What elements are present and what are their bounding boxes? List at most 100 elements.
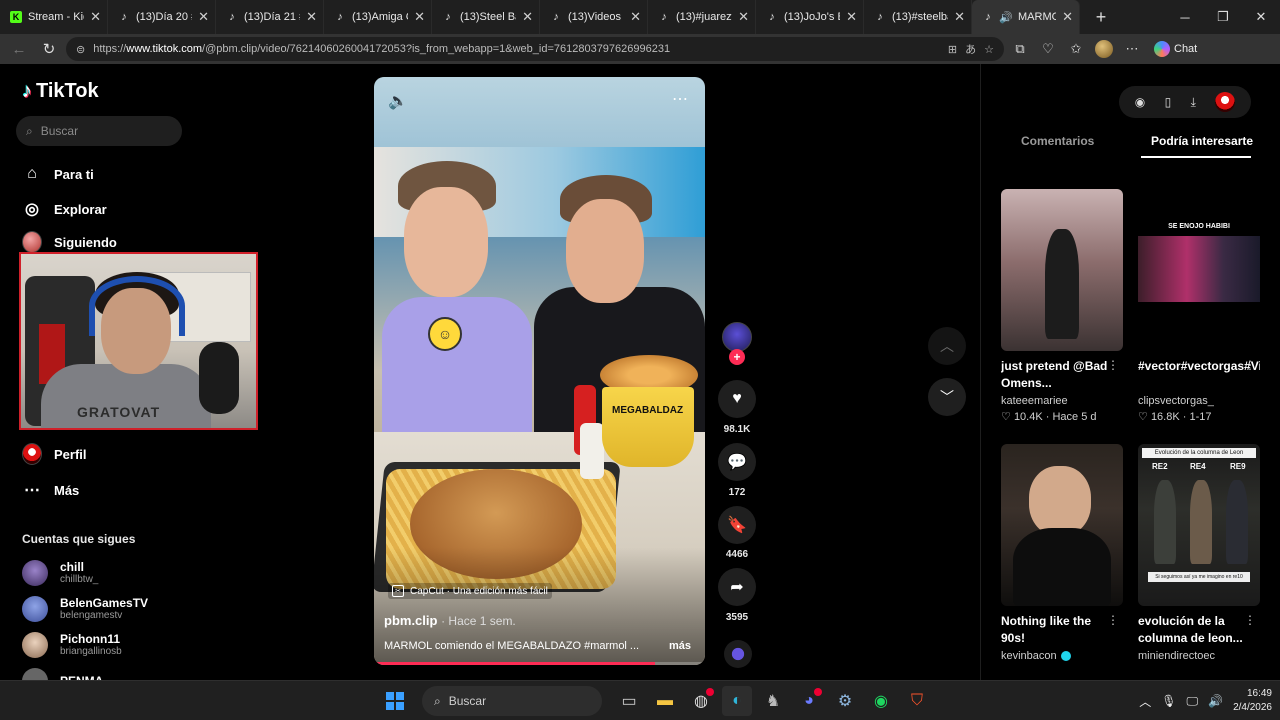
browser-essentials-icon[interactable]: ♡	[1036, 37, 1060, 61]
tab-close-icon[interactable]: ✕	[738, 9, 749, 25]
copilot-chat-button[interactable]: Chat	[1148, 41, 1203, 57]
browser-tab[interactable]: ♪ (13)Día 21 #jo ✕	[216, 0, 324, 34]
comment-button[interactable]: 💬	[718, 443, 756, 481]
tab-close-icon[interactable]: ✕	[630, 9, 641, 25]
close-window-icon[interactable]: ✕	[1242, 0, 1280, 34]
live-icon[interactable]: ◉	[1135, 95, 1145, 109]
video-progress-bar[interactable]	[374, 662, 705, 665]
clock[interactable]: 16:49 2/4/2026	[1233, 687, 1272, 715]
tab-podria-interesarte[interactable]: Podría interesarte	[1151, 134, 1253, 148]
nav-item-explorar[interactable]: ◎ Explorar	[22, 199, 107, 219]
browser-tab[interactable]: ♪ (13)Día 20 #yo ✕	[108, 0, 216, 34]
tab-close-icon[interactable]: ✕	[846, 9, 857, 25]
more-vertical-icon[interactable]: ⋮	[1107, 613, 1119, 627]
tab-close-icon[interactable]: ✕	[954, 9, 965, 25]
tab-close-icon[interactable]: ✕	[522, 9, 533, 25]
browser-tab[interactable]: ♪ (13)Steel Ball R ✕	[432, 0, 540, 34]
video-thumbnail[interactable]	[1001, 444, 1123, 606]
favorite-star-icon[interactable]: ☆	[984, 43, 994, 56]
next-video-button[interactable]: ﹀	[928, 378, 966, 416]
nav-item-perfil[interactable]: Perfil	[22, 443, 87, 465]
video-thumbnail[interactable]: Evolución de la columna de Leon RE2 RE4 …	[1138, 444, 1260, 606]
share-button[interactable]: ➦	[718, 568, 756, 606]
followed-account[interactable]: chill chillbtw_	[22, 560, 98, 586]
video-author[interactable]: pbm.clip · Hace 1 sem.	[384, 613, 516, 628]
creator-avatar[interactable]	[722, 322, 752, 352]
search-input[interactable]: ⌕ Buscar	[16, 116, 182, 146]
start-button[interactable]	[380, 686, 410, 716]
more-options-icon[interactable]: ⋯	[672, 89, 689, 109]
browser-tab[interactable]: ♪ (13)#juarezfest ✕	[648, 0, 756, 34]
card-user[interactable]: miniendirectoec	[1138, 650, 1260, 662]
steam-icon[interactable]: ⚙	[830, 686, 860, 716]
brave-icon[interactable]: ⛉	[902, 686, 932, 716]
video-thumbnail[interactable]	[1001, 189, 1123, 351]
file-explorer-icon[interactable]: ▬	[650, 686, 680, 716]
card-user[interactable]: kateeemariee	[1001, 395, 1123, 407]
favorites-icon[interactable]: ✩	[1064, 37, 1088, 61]
video-player[interactable]: ☺ MEGABALDAZ 🔈 ⋯ ✂ CapCut · Una edición …	[374, 77, 705, 665]
suggested-video-card[interactable]: SE ENOJO HABIBI #vector#vectorgas#Viral#…	[1138, 189, 1260, 423]
capcut-anchor[interactable]: ✂ CapCut · Una edición más fácil	[388, 583, 552, 599]
like-button[interactable]: ♥	[718, 380, 756, 418]
extensions-icon[interactable]: ⧉	[1008, 37, 1032, 61]
followed-account[interactable]: Pichonn11 briangallinosb	[22, 632, 122, 658]
speaker-icon[interactable]: 🔊	[999, 11, 1013, 24]
suggested-video-card[interactable]: Evolución de la columna de Leon RE2 RE4 …	[1138, 444, 1260, 662]
discord-icon[interactable]: ◕	[794, 686, 824, 716]
previous-video-button[interactable]: ︿	[928, 327, 966, 365]
site-info-icon[interactable]: ⊜	[76, 43, 85, 56]
video-thumbnail[interactable]: SE ENOJO HABIBI	[1138, 189, 1260, 351]
browser-tab[interactable]: ♪ (13)JoJo's Biza ✕	[756, 0, 864, 34]
reload-icon[interactable]: ↻	[36, 36, 62, 62]
browser-tab[interactable]: ♪ (13)#steelballr ✕	[864, 0, 972, 34]
minimize-icon[interactable]: ─	[1166, 0, 1204, 34]
chess-app-icon[interactable]: ♞	[758, 686, 788, 716]
more-vertical-icon[interactable]: ⋮	[1107, 358, 1119, 372]
browser-tab-active[interactable]: ♪ 🔊 MARMOL ✕	[972, 0, 1080, 34]
taskbar-search[interactable]: ⌕ Buscar	[422, 686, 602, 716]
card-user[interactable]: clipsvectorgas_	[1138, 395, 1260, 407]
tab-close-icon[interactable]: ✕	[90, 9, 101, 25]
app-available-icon[interactable]: ⊞	[948, 43, 957, 56]
volume-icon[interactable]: 🔈	[388, 91, 408, 111]
volume-icon[interactable]: 🔊	[1208, 694, 1223, 708]
tab-close-icon[interactable]: ✕	[414, 9, 425, 25]
phone-icon[interactable]: ▯	[1165, 95, 1172, 109]
nav-item-mas[interactable]: ⋯ Más	[22, 480, 79, 500]
chrome-icon[interactable]: ◍	[686, 686, 716, 716]
tab-comentarios[interactable]: Comentarios	[1021, 134, 1094, 148]
task-view-icon[interactable]: ▭	[614, 686, 644, 716]
more-options-icon[interactable]: ⋯	[1120, 37, 1144, 61]
spotify-icon[interactable]: ◉	[866, 686, 896, 716]
tiktok-logo[interactable]: ♪ TikTok	[22, 80, 99, 103]
url-field[interactable]: ⊜ https://www.tiktok.com/@pbm.clip/video…	[66, 37, 1004, 61]
suggested-video-card[interactable]: just pretend @Bad Omens... ⋮ kateeemarie…	[1001, 189, 1123, 423]
followed-account[interactable]: BelenGamesTV belengamestv	[22, 596, 148, 622]
save-button[interactable]: 🔖	[718, 506, 756, 544]
follow-plus-icon[interactable]: +	[729, 349, 745, 365]
download-icon[interactable]: ⤓	[1191, 95, 1196, 110]
tab-close-icon[interactable]: ✕	[306, 9, 317, 25]
user-avatar[interactable]	[1215, 92, 1236, 112]
back-icon[interactable]: ←	[6, 36, 32, 62]
card-user[interactable]: kevinbacon	[1001, 650, 1123, 662]
translate-icon[interactable]: あ	[965, 41, 976, 57]
network-icon[interactable]: 🖵	[1187, 694, 1199, 709]
profile-icon[interactable]	[1092, 37, 1116, 61]
more-vertical-icon[interactable]: ⋮	[1244, 613, 1256, 627]
tab-close-icon[interactable]: ✕	[1062, 9, 1073, 25]
microphone-icon[interactable]: 🎙	[1161, 694, 1176, 708]
browser-tab[interactable]: K Stream - Kick D ✕	[0, 0, 108, 34]
browser-tab[interactable]: ♪ (13)Amiga Cor ✕	[324, 0, 432, 34]
music-disc-icon[interactable]	[724, 640, 752, 668]
new-tab-button[interactable]: +	[1088, 4, 1114, 30]
chevron-up-icon[interactable]: ︿	[1139, 693, 1151, 710]
tab-close-icon[interactable]: ✕	[198, 9, 209, 25]
restore-icon[interactable]: ❐	[1204, 0, 1242, 34]
suggested-video-card[interactable]: Nothing like the 90s! ⋮ kevinbacon	[1001, 444, 1123, 662]
nav-item-siguiendo[interactable]: Siguiendo	[22, 231, 117, 253]
browser-tab[interactable]: ♪ (13)Videos de ✕	[540, 0, 648, 34]
caption-more-link[interactable]: más	[669, 640, 691, 652]
nav-item-para-ti[interactable]: ⌂ Para ti	[22, 164, 94, 184]
